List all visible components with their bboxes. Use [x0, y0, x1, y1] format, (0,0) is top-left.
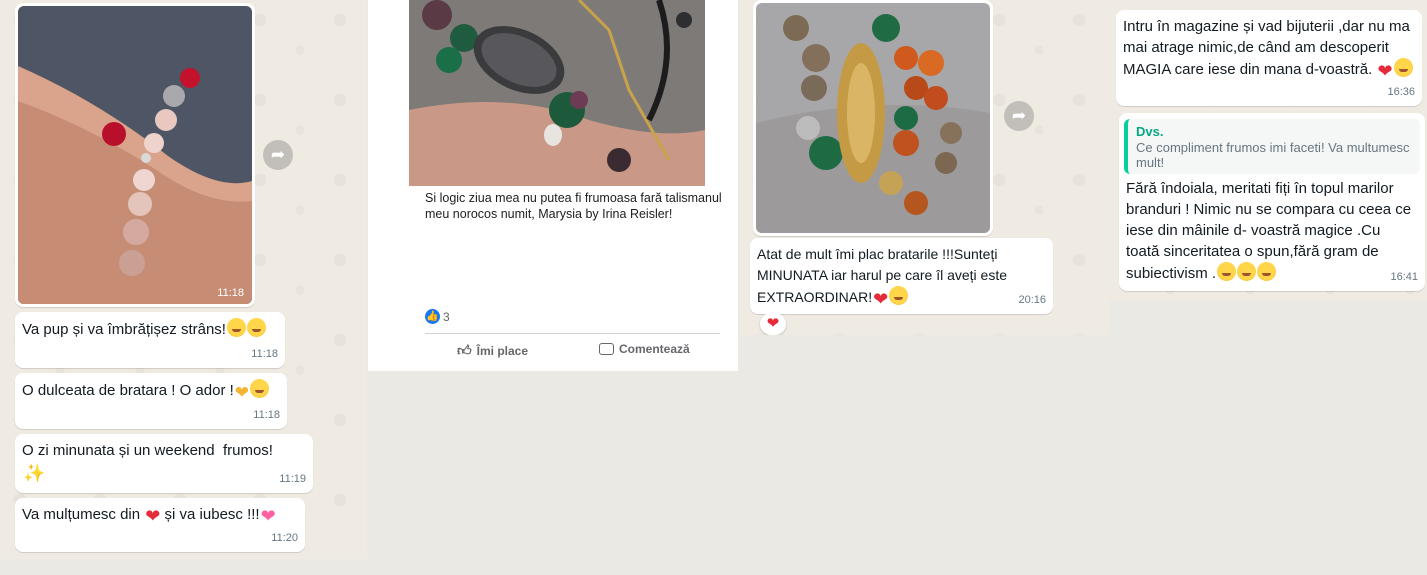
message-bubble[interactable]: Intru în magazine și vad bijuterii ,dar …: [1116, 10, 1422, 106]
message-time: 16:41: [1390, 271, 1418, 283]
quote-text: Ce compliment frumos imi faceti! Va mult…: [1136, 140, 1410, 170]
post-photo: [409, 0, 705, 186]
like-button[interactable]: 👍︎ Îmi place: [457, 342, 528, 359]
message-text-2: și va iubesc !!!: [160, 506, 260, 523]
image-message[interactable]: [753, 0, 993, 236]
quote-author: Dvs.: [1136, 124, 1164, 139]
forward-icon[interactable]: ➦: [1004, 101, 1034, 131]
bracelet-photo: 11:18: [18, 6, 252, 304]
red-heart-emoji-icon: ❤: [1377, 61, 1393, 81]
message-time: 11:18: [253, 409, 280, 421]
like-count: 3: [443, 309, 450, 324]
message-text: O dulceata de bratara ! O ador !: [22, 382, 234, 399]
thumbs-up-icon: 👍: [425, 309, 440, 324]
kiss-emoji-icon: [1217, 262, 1237, 281]
reply-message-bubble[interactable]: Dvs. Ce compliment frumos imi faceti! Va…: [1119, 113, 1425, 291]
divider: [425, 333, 720, 334]
hug-emoji-icon: [889, 286, 909, 305]
message-text: Va mulțumesc din: [22, 506, 145, 523]
message-text: O zi minunata și un weekend frumos!: [22, 442, 273, 459]
like-icon: 👍︎: [457, 342, 472, 358]
kiss-emoji-icon: [1237, 262, 1257, 281]
bracelets-photo: [756, 3, 990, 233]
heart-hands-emoji-icon: ❤: [234, 383, 250, 402]
quoted-message[interactable]: Dvs. Ce compliment frumos imi faceti! Va…: [1124, 119, 1420, 174]
hug-emoji-icon: [226, 318, 246, 337]
message-bubble[interactable]: Va mulțumesc din ❤ și va iubesc !!!❤ 11:…: [15, 498, 305, 552]
magic-wand-emoji-icon: ✨: [23, 463, 46, 483]
message-text: Intru în magazine și vad bijuterii ,dar …: [1123, 18, 1414, 78]
message-bubble[interactable]: O dulceata de bratara ! O ador !❤ 11:18: [15, 373, 287, 429]
kiss-emoji-icon: [1393, 58, 1413, 77]
message-time: 16:36: [1387, 86, 1415, 98]
reaction-summary[interactable]: 👍 3: [425, 309, 450, 324]
facebook-post: Si logic ziua mea nu putea fi frumoasa f…: [368, 0, 738, 371]
message-bubble[interactable]: Va pup și va îmbrățișez strâns! 11:18: [15, 312, 285, 368]
red-heart-emoji-icon: ❤: [145, 506, 161, 526]
chat-panel-1: 11:18 ➦ Va pup și va îmbrățișez strâns! …: [0, 0, 367, 559]
comment-button[interactable]: Comentează: [599, 342, 690, 356]
message-time: 11:18: [251, 348, 278, 360]
image-message[interactable]: 11:18: [15, 3, 255, 307]
message-time: 11:20: [271, 532, 298, 544]
chat-panel-4: Intru în magazine și vad bijuterii ,dar …: [1110, 0, 1427, 300]
comment-icon: [599, 343, 614, 355]
kiss-emoji-icon: [1257, 262, 1277, 281]
heart-reaction-icon[interactable]: ❤: [760, 313, 786, 335]
message-time: 11:19: [279, 473, 306, 485]
message-bubble[interactable]: Atat de mult îmi plac bratarile !!!Sunte…: [750, 238, 1053, 314]
message-time: 20:16: [1018, 294, 1046, 306]
forward-icon[interactable]: ➦: [263, 140, 293, 170]
message-bubble[interactable]: O zi minunata și un weekend frumos! ✨ 11:…: [15, 434, 313, 493]
image-timestamp: 11:18: [217, 287, 244, 299]
kiss-emoji-icon: [246, 318, 266, 337]
post-caption: Si logic ziua mea nu putea fi frumoasa f…: [425, 191, 722, 221]
pink-hearts-emoji-icon: ❤: [260, 506, 276, 526]
kiss-emoji-icon: [250, 379, 270, 398]
red-heart-emoji-icon: ❤: [873, 289, 889, 309]
chat-panel-3: ➦ Atat de mult îmi plac bratarile !!!Sun…: [739, 0, 1109, 335]
message-text: Va pup și va îmbrățișez strâns!: [22, 321, 226, 338]
